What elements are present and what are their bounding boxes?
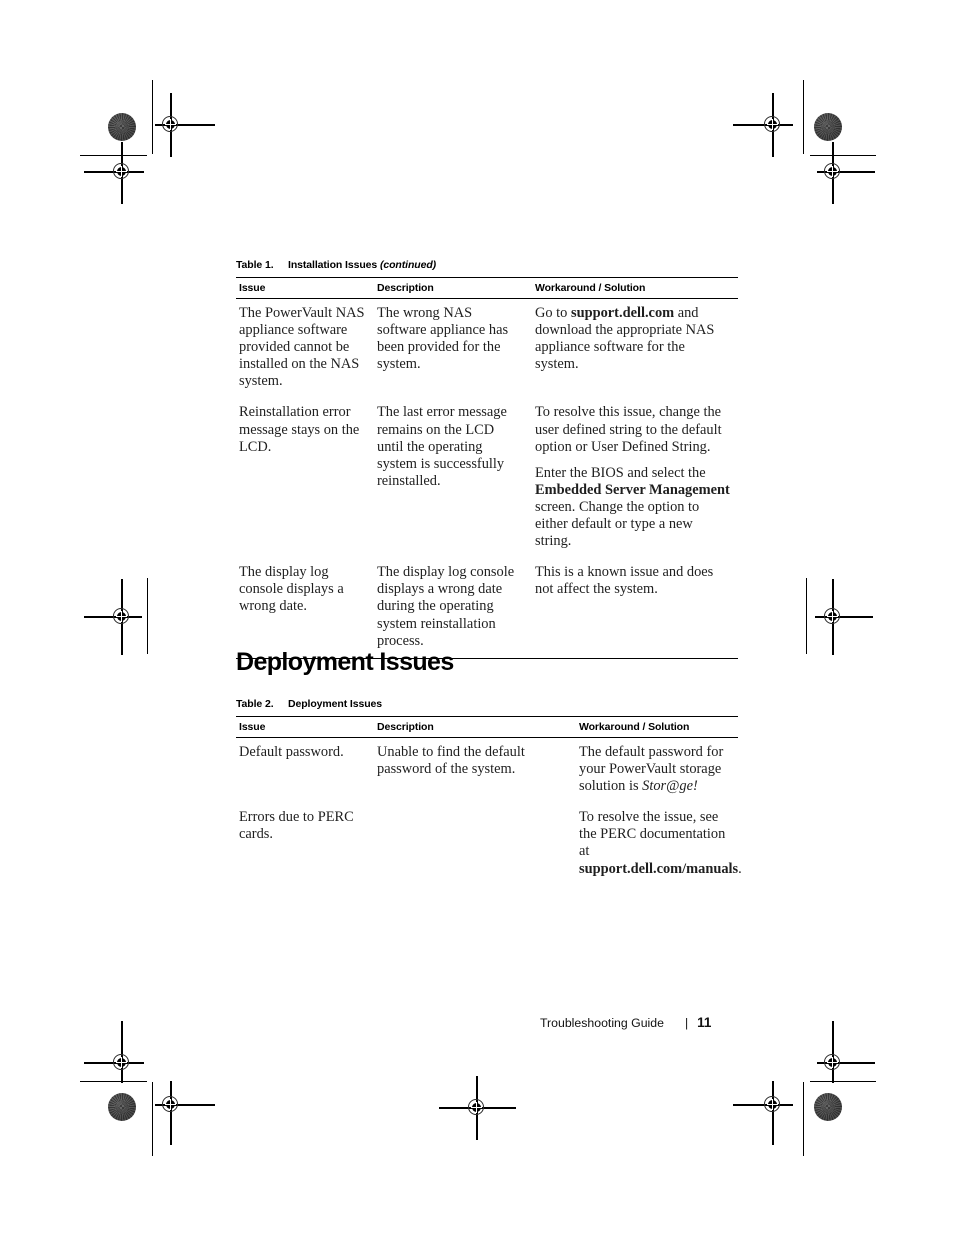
table-row: Errors due to PERC cards. To resolve the… — [236, 803, 742, 885]
table-1-row-2-solution: To resolve this issue, change the user d… — [532, 398, 738, 558]
table-1-row-1-issue: The PowerVault NAS appliance software pr… — [239, 305, 365, 390]
table-1-row-1-description: The wrong NAS software appliance has bee… — [377, 305, 509, 373]
registration-target-bottom-left-outer — [84, 1021, 144, 1083]
registration-target-bottom-left-inner — [151, 1081, 215, 1145]
table-2-col-description: Description — [374, 716, 576, 738]
table-2-row-1-description: Unable to find the default password of t… — [377, 744, 525, 778]
table-1-caption-label: Table 1. — [236, 259, 274, 271]
table-row: Reinstallation error message stays on th… — [236, 398, 738, 558]
table-2-caption-label: Table 2. — [236, 698, 274, 710]
registration-target-top-right-inner — [733, 93, 793, 157]
halftone-circle-bottom-right — [814, 1093, 842, 1121]
table-2-col-solution: Workaround / Solution — [576, 716, 738, 738]
table-row: Default password. Unable to find the def… — [236, 738, 738, 804]
table-1-caption-title: Installation Issues — [288, 259, 378, 271]
table-1-caption: Table 1. Installation Issues (continued) — [236, 259, 738, 271]
table-1-block: Table 1. Installation Issues (continued) … — [236, 259, 738, 659]
table-2-row-1-issue: Default password. — [239, 744, 344, 760]
table-1-row-2-description: The last error message remains on the LC… — [377, 404, 507, 489]
table-2-row-2-description — [374, 803, 576, 885]
trim-line-top-left-horizontal — [80, 155, 147, 156]
table-2-caption: Table 2. Deployment Issues — [236, 698, 738, 710]
trim-line-top-right-vertical — [803, 80, 804, 154]
registration-target-bottom-center — [439, 1076, 516, 1140]
halftone-circle-top-left — [108, 113, 136, 141]
table-1-col-solution: Workaround / Solution — [532, 277, 738, 299]
solution-text-pre: Go to — [535, 305, 571, 321]
registration-target-top-right-outer — [813, 142, 875, 204]
table-1-installation-issues: Issue Description Workaround / Solution … — [236, 277, 738, 659]
trim-line-top-right-horizontal — [810, 155, 876, 156]
registration-target-middle-left — [84, 579, 142, 655]
table-1-row-3-description: The display log console displays a wrong… — [374, 558, 532, 659]
registration-target-top-left-outer — [84, 142, 144, 204]
registration-target-top-left-inner — [151, 93, 215, 157]
solution-text-post: screen. Change the option to either defa… — [535, 498, 700, 550]
table-1-header-row: Issue Description Workaround / Solution — [236, 277, 738, 299]
footer-guide-title: Troubleshooting Guide — [540, 1016, 664, 1030]
page-footer: Troubleshooting Guide | 11 — [540, 1015, 711, 1030]
trim-line-bottom-left-vertical — [152, 1082, 153, 1156]
default-password-value: Stor@ge! — [642, 778, 698, 795]
solution-paragraph-2: Enter the BIOS and select the Embedded S… — [535, 465, 730, 550]
table-2-row-2-solution: To resolve the issue, see the PERC docum… — [576, 803, 742, 885]
trim-line-bottom-left-horizontal — [80, 1081, 147, 1082]
solution-text-post: . — [738, 860, 742, 877]
table-2-block: Table 2. Deployment Issues Issue Descript… — [236, 698, 742, 886]
trim-line-middle-right-vertical — [806, 578, 807, 654]
table-1-col-issue: Issue — [236, 277, 374, 299]
support-dell-com-link[interactable]: support.dell.com — [571, 305, 674, 321]
table-2-deployment-issues: Issue Description Workaround / Solution … — [236, 716, 742, 886]
trim-line-top-left-vertical — [152, 80, 153, 154]
support-dell-com-manuals-link[interactable]: support.dell.com/manuals — [579, 861, 738, 877]
trim-line-bottom-right-horizontal — [810, 1081, 876, 1082]
embedded-server-management-label: Embedded Server Management — [535, 481, 730, 498]
table-row: The PowerVault NAS appliance software pr… — [236, 299, 738, 399]
table-2-header-row: Issue Description Workaround / Solution — [236, 716, 738, 738]
solution-paragraph-1: To resolve this issue, change the user d… — [535, 404, 722, 455]
solution-text-pre: Enter the BIOS and select the — [535, 464, 706, 481]
table-2-row-1-solution: The default password for your PowerVault… — [576, 738, 738, 804]
solution-text-pre: To resolve the issue, see the PERC docum… — [579, 809, 726, 860]
table-1-row-1-solution: Go to support.dell.com and download the … — [532, 299, 738, 399]
table-1-row-3-issue: The display log console displays a wrong… — [236, 558, 374, 659]
halftone-circle-bottom-left — [108, 1093, 136, 1121]
footer-separator: | — [684, 1016, 689, 1030]
trim-line-middle-left-vertical — [147, 578, 148, 654]
halftone-circle-top-right — [814, 113, 842, 141]
registration-target-bottom-right-inner — [733, 1081, 793, 1145]
table-1-caption-continued: (continued) — [379, 259, 437, 271]
table-2-col-issue: Issue — [236, 716, 374, 738]
registration-target-middle-right — [813, 579, 873, 655]
table-row: The display log console displays a wrong… — [236, 558, 738, 659]
footer-page-number: 11 — [697, 1015, 712, 1030]
table-1-row-3-solution: This is a known issue and does not affec… — [532, 558, 738, 659]
document-page: Table 1. Installation Issues (continued) … — [0, 0, 954, 1235]
trim-line-bottom-right-vertical — [803, 1082, 804, 1156]
table-2-caption-title: Deployment Issues — [288, 698, 382, 710]
registration-target-bottom-right-outer — [813, 1021, 875, 1083]
page-title-deployment-issues: Deployment Issues — [236, 648, 454, 676]
table-1-col-description: Description — [374, 277, 532, 299]
table-2-row-2-issue: Errors due to PERC cards. — [239, 809, 354, 843]
table-1-row-2-issue: Reinstallation error message stays on th… — [239, 404, 360, 455]
